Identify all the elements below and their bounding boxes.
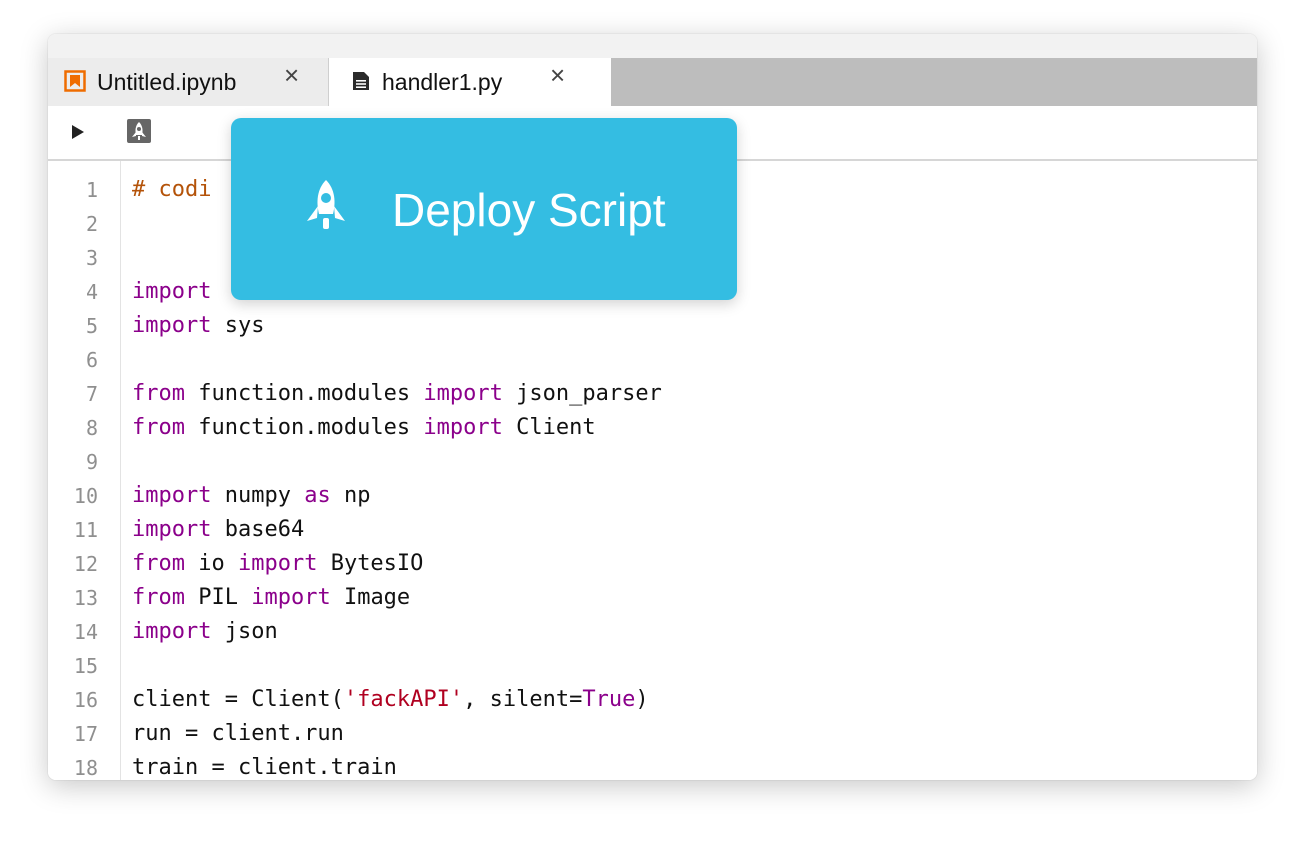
code-token: train = client.train — [132, 755, 397, 780]
tab-handler1-py[interactable]: handler1.py × — [330, 58, 611, 106]
line-number: 5 — [85, 314, 98, 338]
rocket-icon[interactable] — [126, 118, 152, 144]
tab-bar-top — [48, 34, 1257, 58]
deploy-tooltip: Deploy Script — [231, 118, 737, 300]
code-token: client = Client( — [132, 687, 344, 712]
file-icon — [350, 70, 372, 92]
keyword-token: from — [132, 415, 185, 440]
close-icon[interactable]: × — [284, 60, 299, 90]
line-number: 18 — [73, 756, 98, 780]
keyword-token: import — [237, 551, 318, 576]
code-line: import base64 — [132, 513, 304, 547]
code-line: from PIL import Image — [132, 581, 410, 615]
code-token: numpy — [211, 483, 305, 508]
string-token: 'fackAPI' — [343, 687, 464, 712]
close-icon[interactable]: × — [550, 60, 565, 90]
line-number: 7 — [85, 382, 98, 406]
code-line: import — [132, 275, 211, 309]
code-token: function.modules — [184, 381, 424, 406]
keyword-token: import — [423, 381, 503, 406]
line-number: 13 — [73, 586, 98, 610]
rocket-icon — [297, 176, 355, 238]
line-number: 3 — [85, 246, 98, 270]
tooltip-label: Deploy Script — [392, 184, 666, 236]
tab-label: Untitled.ipynb — [97, 69, 237, 95]
keyword-token: from — [132, 551, 185, 576]
code-line: from io import BytesIO — [132, 547, 423, 581]
code-line: import numpy as np — [132, 479, 370, 513]
code-token: , silent= — [463, 687, 583, 712]
code-token: np — [330, 483, 371, 508]
code-line: # codi — [132, 173, 211, 207]
keyword-token: import — [132, 279, 212, 304]
code-token: base64 — [211, 517, 305, 542]
code-line: import json — [132, 615, 278, 649]
notebook-icon — [64, 70, 86, 92]
code-token: Image — [330, 585, 411, 610]
code-token: io — [184, 551, 238, 576]
line-number: 9 — [85, 450, 98, 474]
code-token: json_parser — [502, 381, 662, 406]
code-token: ) — [635, 687, 649, 712]
keyword-token: import — [423, 415, 503, 440]
tab-bar-empty-area — [611, 58, 1257, 106]
line-number: 11 — [73, 518, 98, 542]
line-number: 2 — [85, 212, 98, 236]
keyword-token: as — [304, 483, 331, 508]
code-line: from function.modules import json_parser — [132, 377, 662, 411]
tab-untitled-ipynb[interactable]: Untitled.ipynb × — [48, 58, 329, 106]
line-number: 15 — [73, 654, 98, 678]
line-number: 1 — [85, 178, 98, 202]
keyword-token: from — [132, 381, 185, 406]
code-line: train = client.train — [132, 751, 397, 780]
code-token: PIL — [184, 585, 252, 610]
line-number: 12 — [73, 552, 98, 576]
line-number: 14 — [73, 620, 98, 644]
code-line: client = Client('fackAPI', silent=True) — [132, 683, 649, 717]
comment-token: # codi — [132, 177, 212, 202]
line-number: 4 — [85, 280, 98, 304]
code-token: BytesIO — [317, 551, 424, 576]
keyword-token: from — [132, 585, 185, 610]
code-token: function.modules — [184, 415, 424, 440]
code-token: run = client.run — [132, 721, 344, 746]
code-token: Client — [502, 415, 596, 440]
keyword-token: import — [132, 313, 212, 338]
keyword-token: import — [251, 585, 331, 610]
line-number: 17 — [73, 722, 98, 746]
line-number: 8 — [85, 416, 98, 440]
code-line: import sys — [132, 309, 264, 343]
keyword-token: import — [132, 619, 212, 644]
code-token: sys — [211, 313, 265, 338]
tab-bar: Untitled.ipynb × handler1.py × — [48, 34, 1257, 106]
line-gutter: 1 2 3 4 5 6 7 8 9 10 11 12 13 14 15 16 1… — [48, 161, 121, 780]
line-number: 10 — [73, 484, 98, 508]
tab-label: handler1.py — [382, 69, 503, 95]
keyword-token: True — [582, 687, 636, 712]
code-token: json — [211, 619, 278, 644]
line-number: 6 — [85, 348, 98, 372]
keyword-token: import — [132, 483, 212, 508]
keyword-token: import — [132, 517, 212, 542]
code-line: run = client.run — [132, 717, 344, 751]
line-number: 16 — [73, 688, 98, 712]
code-line: from function.modules import Client — [132, 411, 596, 445]
play-icon[interactable] — [66, 120, 90, 144]
